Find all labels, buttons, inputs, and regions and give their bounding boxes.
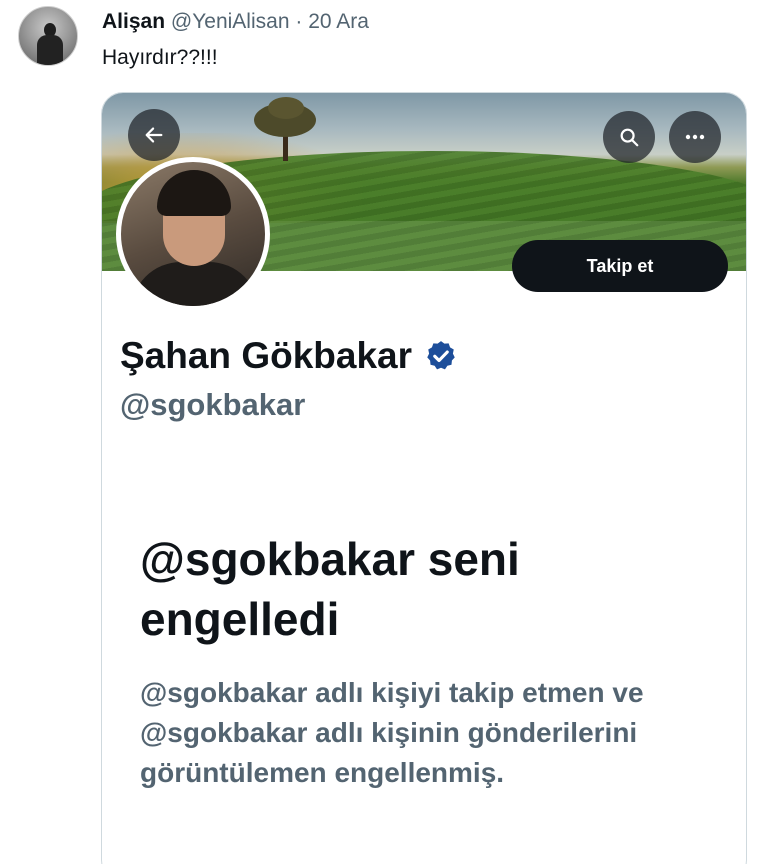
blocked-message-title: @sgokbakar seni engelledi xyxy=(140,533,520,645)
arrow-left-icon xyxy=(145,127,163,143)
follow-button[interactable]: Takip et xyxy=(512,240,728,292)
tweet-text: Hayırdır??!!! xyxy=(102,46,218,69)
back-button[interactable] xyxy=(128,109,180,161)
profile-handle: @sgokbakar xyxy=(120,387,306,422)
tweet-header: Alişan @YeniAlisan · 20 Ara xyxy=(102,8,369,36)
tweet-author-handle[interactable]: @YeniAlisan xyxy=(171,10,290,33)
search-button[interactable] xyxy=(603,111,655,163)
tweet-author-name[interactable]: Alişan xyxy=(102,10,165,33)
verified-badge-icon xyxy=(427,341,455,370)
more-button[interactable] xyxy=(669,111,721,163)
more-horizontal-icon xyxy=(685,134,705,140)
profile-avatar[interactable] xyxy=(116,157,270,311)
blocked-message-description: @sgokbakar adlı kişiyi takip etmen ve @s… xyxy=(140,677,644,788)
avatar-figure-body xyxy=(37,35,63,65)
tweet-separator: · xyxy=(295,10,303,33)
tweet-date[interactable]: 20 Ara xyxy=(308,10,369,33)
profile-display-name: Şahan Gökbakar xyxy=(120,335,413,376)
embedded-profile-card[interactable]: Takip et Şahan Gökbakar @sgokbakar @sgok… xyxy=(101,92,747,864)
profile-display-name-row: Şahan Gökbakar xyxy=(120,335,458,377)
search-icon xyxy=(620,128,639,147)
tweet-author-avatar[interactable] xyxy=(18,6,78,66)
